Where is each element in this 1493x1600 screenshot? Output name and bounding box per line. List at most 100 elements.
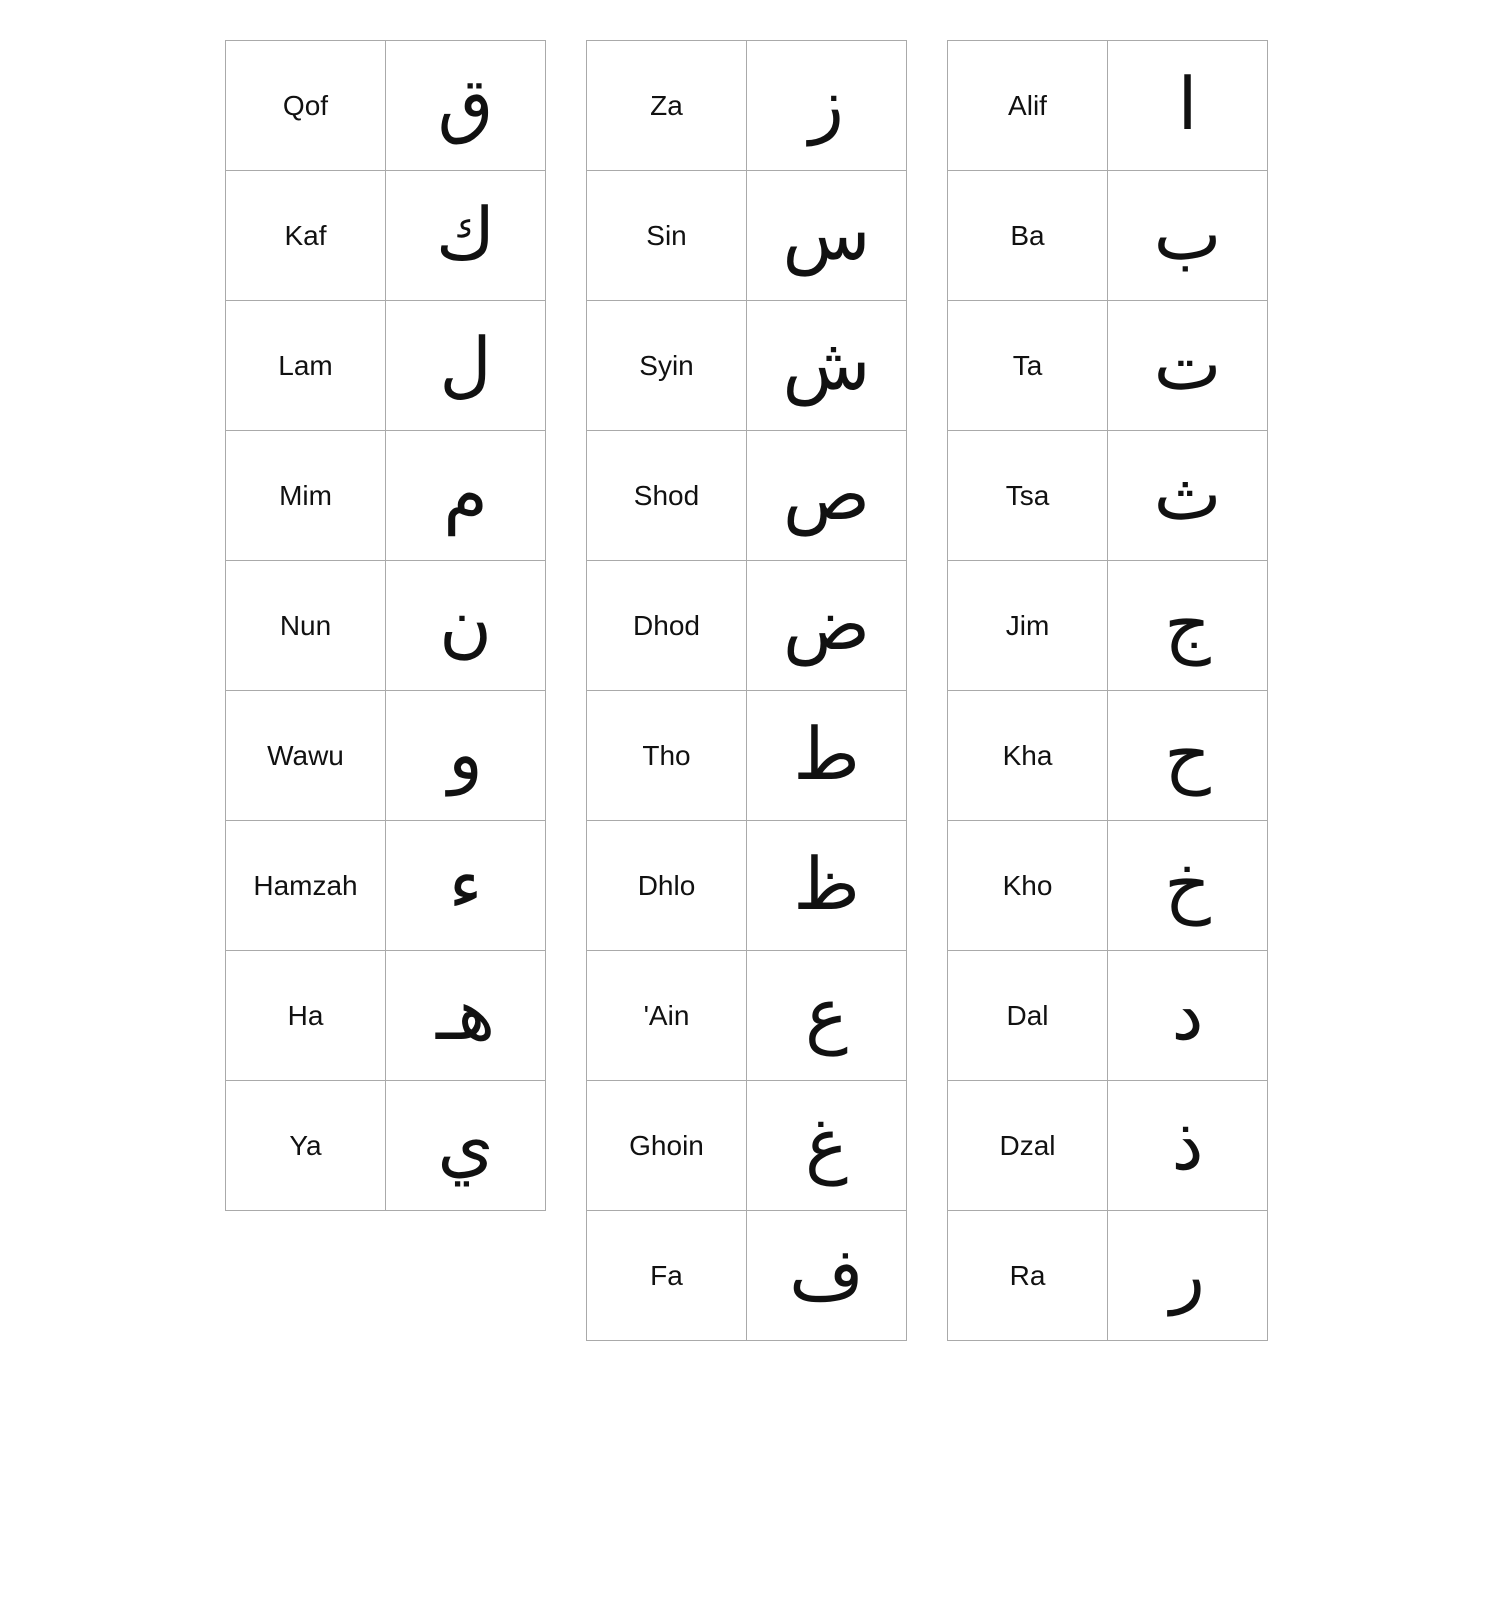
latin-name: Ba [1010,220,1044,251]
table-row: Ya ي [226,1081,546,1211]
arabic-char-cell: ص [747,431,907,561]
arabic-char-cell: ط [747,691,907,821]
arabic-char-cell: ي [386,1081,546,1211]
latin-name-cell: Syin [587,301,747,431]
table-row: Kho خ [948,821,1268,951]
table-row: Kafك [226,171,546,301]
table-row: Qof ق [226,41,546,171]
table-row: Dal د [948,951,1268,1081]
latin-name-cell: Dhlo [587,821,747,951]
arabic-char-cell: ت [1108,301,1268,431]
table-row: Sin س [587,171,907,301]
arabic-char: ث [1154,455,1222,535]
arabic-char: ف [789,1235,864,1315]
arabic-char: م [443,455,488,535]
latin-name-cell: Kha [948,691,1108,821]
arabic-char: ن [439,585,492,665]
arabic-char: ص [783,455,870,535]
arabic-char-cell: ا [1108,41,1268,171]
arabic-char-cell: ظ [747,821,907,951]
latin-name-cell: Za [587,41,747,171]
latin-name: Ta [1013,350,1043,381]
arabic-char: ذ [1171,1105,1203,1185]
right-table: Alif ا Ba ب Ta تTsa ث Jimج Kha ح Kho خ Dal د Dzal ذ Ra ر [947,40,1268,1341]
latin-name: 'Ain [644,1000,690,1031]
arabic-char: ز [809,65,844,145]
left-table: Qof ق KafكLamلMim م Nunن Wawu و Hamzah ء HaهـYa ي [225,40,546,1211]
latin-name-cell: Ra [948,1211,1108,1341]
arabic-char: ع [805,975,848,1055]
arabic-char: ق [438,65,494,145]
latin-name: Wawu [267,740,344,771]
arabic-char: ي [437,1105,493,1185]
latin-name-cell: Dzal [948,1081,1108,1211]
table-row: Haهـ [226,951,546,1081]
latin-name-cell: Tsa [948,431,1108,561]
table-row: Syin ش [587,301,907,431]
arabic-char-cell: م [386,431,546,561]
latin-name: Qof [283,90,328,121]
latin-name: Alif [1008,90,1047,121]
arabic-char-cell: ش [747,301,907,431]
table-row: Alif ا [948,41,1268,171]
arabic-char: ح [1164,715,1210,795]
table-row: Kha ح [948,691,1268,821]
arabic-char-cell: هـ [386,951,546,1081]
arabic-char-cell: ث [1108,431,1268,561]
arabic-char: غ [805,1105,848,1185]
latin-name-cell: Qof [226,41,386,171]
arabic-char: خ [1164,845,1210,925]
latin-name: Kho [1003,870,1053,901]
latin-name-cell: Kho [948,821,1108,951]
latin-name-cell: Wawu [226,691,386,821]
arabic-char: س [783,195,871,275]
arabic-char: ش [783,325,871,405]
arabic-char-cell: ع [747,951,907,1081]
latin-name-cell: Dhod [587,561,747,691]
table-row: Lamل [226,301,546,431]
arabic-char: هـ [436,975,495,1055]
latin-name: Kha [1003,740,1053,771]
table-row: Dhod ض [587,561,907,691]
table-row: 'Ain ع [587,951,907,1081]
table-row: Hamzah ء [226,821,546,951]
arabic-char: ا [1177,65,1197,145]
arabic-char: ء [449,845,483,925]
latin-name: Hamzah [253,870,357,901]
latin-name-cell: Mim [226,431,386,561]
arabic-char-cell: ض [747,561,907,691]
latin-name-cell: Fa [587,1211,747,1341]
latin-name-cell: Hamzah [226,821,386,951]
latin-name: Dal [1006,1000,1048,1031]
arabic-char: و [448,715,483,795]
table-row: Mim م [226,431,546,561]
latin-name: Dhod [633,610,700,641]
latin-name: Syin [639,350,693,381]
middle-table: ZaزSinسSyinشShodصDhodضThoطDhloظ'AinعGhoi… [586,40,907,1341]
arabic-char: ط [793,715,860,795]
arabic-char-cell: ق [386,41,546,171]
table-row: Wawu و [226,691,546,821]
table-row: Za ز [587,41,907,171]
table-row: Ba ب [948,171,1268,301]
table-row: Nunن [226,561,546,691]
table-row: Jimج [948,561,1268,691]
latin-name-cell: Sin [587,171,747,301]
arabic-char: ج [1164,585,1210,665]
latin-name-cell: Ghoin [587,1081,747,1211]
table-row: Dzal ذ [948,1081,1268,1211]
latin-name: Ghoin [629,1130,704,1161]
latin-name-cell: Kaf [226,171,386,301]
arabic-char-cell: ء [386,821,546,951]
table-row: Ra ر [948,1211,1268,1341]
latin-name: Sin [646,220,686,251]
latin-name-cell: Ya [226,1081,386,1211]
arabic-char: د [1171,975,1203,1055]
arabic-char: ب [1154,195,1222,275]
latin-name: Ra [1010,1260,1046,1291]
arabic-char-cell: ن [386,561,546,691]
arabic-char: ل [439,325,491,405]
arabic-char-cell: ر [1108,1211,1268,1341]
arabic-char-cell: ج [1108,561,1268,691]
latin-name: Dhlo [638,870,696,901]
